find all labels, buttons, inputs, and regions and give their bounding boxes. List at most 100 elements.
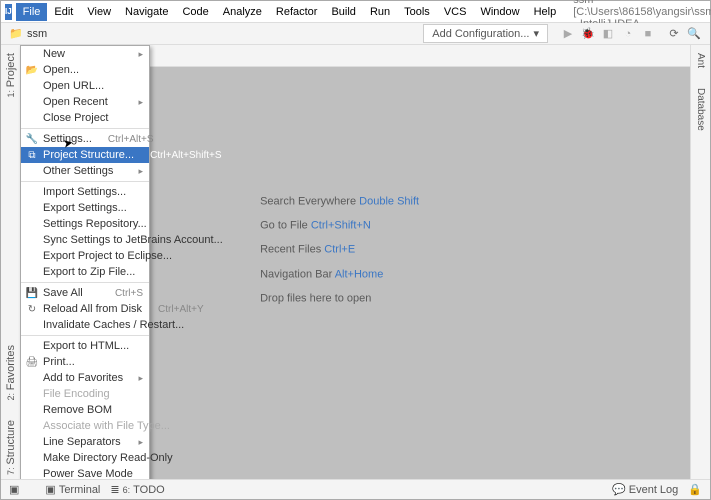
stop-icon[interactable]: ■ [640, 26, 656, 42]
lock-icon[interactable]: 🔒 [688, 483, 702, 496]
file-menu-item-reload-all-from-disk[interactable]: ↻Reload All from DiskCtrl+Alt+Y [21, 301, 149, 317]
file-menu-item-import-settings[interactable]: Import Settings... [21, 184, 149, 200]
file-menu-item-new[interactable]: New▸ [21, 46, 149, 62]
tab-database[interactable]: Database [693, 84, 708, 135]
file-menu-item-open[interactable]: 📂 Open... [21, 62, 149, 78]
chevron-right-icon: ▸ [138, 373, 143, 384]
menu-item-label: Add to Favorites [43, 372, 123, 384]
hint-drop-files: Drop files here to open [260, 286, 419, 310]
menu-analyze[interactable]: Analyze [216, 3, 269, 21]
menu-item-label: Close Project [43, 112, 108, 124]
menu-item-label: Power Save Mode [43, 468, 133, 479]
menu-navigate[interactable]: Navigate [118, 3, 175, 21]
menu-run[interactable]: Run [363, 3, 397, 21]
statusbar: ▣ ▣ Terminal ≣ 6: TODO 💬 Event Log 🔒 [1, 479, 710, 499]
breadcrumb[interactable]: ssm [27, 28, 47, 40]
file-menu-item-add-to-favorites[interactable]: Add to Favorites ▸ [21, 370, 149, 386]
terminal-tab[interactable]: ▣ Terminal [45, 483, 100, 496]
tab-structure[interactable]: 7: Structure [3, 416, 19, 479]
menu-help[interactable]: Help [527, 3, 564, 21]
navigation-toolbar: 📁 ssm Add Configuration... ▾ ▶ 🐞 ◧ ◔ ■ ⟳… [1, 23, 710, 45]
file-menu-item-settings-repository[interactable]: Settings Repository... [21, 216, 149, 232]
chevron-right-icon: ▸ [138, 437, 143, 448]
file-menu-item-make-directory-read-only[interactable]: Make Directory Read-Only [21, 450, 149, 466]
menu-code[interactable]: Code [175, 3, 215, 21]
main-area: 1: Project 2: Favorites 7: Structure ⚙ —… [1, 45, 710, 479]
profiler-icon[interactable]: ◔ [620, 26, 636, 42]
tab-ant[interactable]: Ant [693, 49, 708, 72]
file-menu-item-power-save-mode[interactable]: Power Save Mode [21, 466, 149, 479]
menu-item-label: Reload All from Disk [43, 303, 142, 315]
file-menu-item-close-project[interactable]: Close Project [21, 110, 149, 126]
menu-item-label: Project Structure... [43, 149, 134, 161]
file-menu-item-export-project-to-eclipse[interactable]: Export Project to Eclipse... [21, 248, 149, 264]
file-menu-item-other-settings[interactable]: Other Settings▸ [21, 163, 149, 179]
menu-window[interactable]: Window [473, 3, 526, 21]
menu-edit[interactable]: Edit [47, 3, 80, 21]
file-menu-item-save-all[interactable]: 💾 Save All Ctrl+S [21, 285, 149, 301]
file-menu-item-open-url[interactable]: Open URL... [21, 78, 149, 94]
menu-item-label: Export Project to Eclipse... [43, 250, 172, 262]
add-configuration-button[interactable]: Add Configuration... ▾ [423, 24, 548, 43]
menu-file[interactable]: File [16, 3, 48, 21]
file-menu-item-export-to-zip-file[interactable]: Export to Zip File... [21, 264, 149, 280]
file-menu-item-print[interactable]: 🖨Print... [21, 354, 149, 370]
hint-recent-files: Recent Files Ctrl+E [260, 238, 419, 262]
menu-item-label: Save All [43, 287, 83, 299]
titlebar: IJ File Edit View Navigate Code Analyze … [1, 1, 710, 23]
menu-item-shortcut: Ctrl+S [99, 288, 143, 299]
tab-project[interactable]: 1: Project [3, 49, 19, 102]
file-menu-item-invalidate-caches-restart[interactable]: Invalidate Caches / Restart... [21, 317, 149, 333]
update-project-icon[interactable]: ⟳ [666, 26, 682, 42]
chevron-down-icon: ▾ [533, 27, 539, 40]
file-menu-item-export-to-html[interactable]: Export to HTML... [21, 338, 149, 354]
file-menu-item-open-recent[interactable]: Open Recent▸ [21, 94, 149, 110]
file-menu-item-export-settings[interactable]: Export Settings... [21, 200, 149, 216]
menu-item-shortcut: Ctrl+Alt+Y [142, 304, 204, 315]
menu-item-label: Open... [43, 64, 79, 76]
menu-item-label: Open Recent [43, 96, 108, 108]
file-menu-item-remove-bom[interactable]: Remove BOM [21, 402, 149, 418]
hint-navigation-bar: Navigation Bar Alt+Home [260, 262, 419, 286]
menu-item-label: Other Settings [43, 165, 113, 177]
file-menu-item-line-separators[interactable]: Line Separators▸ [21, 434, 149, 450]
debug-icon[interactable]: 🐞 [580, 26, 596, 42]
menu-refactor[interactable]: Refactor [269, 3, 325, 21]
menu-item-label: Settings Repository... [43, 218, 147, 230]
right-tool-stripe: Ant Database [690, 45, 710, 479]
menu-item-label: Export Settings... [43, 202, 127, 214]
menu-item-label: File Encoding [43, 388, 110, 400]
file-menu-item-sync-settings-to-jetbrains-account[interactable]: Sync Settings to JetBrains Account... [21, 232, 149, 248]
tool-windows-icon[interactable]: ▣ [9, 483, 19, 496]
event-log-tab[interactable]: 💬 Event Log [612, 483, 678, 496]
coverage-icon[interactable]: ◧ [600, 26, 616, 42]
intellij-logo-icon: IJ [5, 4, 12, 20]
search-icon[interactable]: 🔍 [686, 26, 702, 42]
menu-item-label: Make Directory Read-Only [43, 452, 173, 464]
run-icon[interactable]: ▶ [560, 26, 576, 42]
menu-item-icon: ↻ [25, 302, 39, 316]
menu-item-label: Remove BOM [43, 404, 112, 416]
menu-item-label: Import Settings... [43, 186, 126, 198]
hint-search-everywhere: Search Everywhere Double Shift [260, 189, 419, 213]
menu-tools[interactable]: Tools [397, 3, 437, 21]
menu-build[interactable]: Build [324, 3, 362, 21]
file-menu-item-settings[interactable]: 🔧Settings...Ctrl+Alt+S [21, 131, 149, 147]
menu-item-label: Open URL... [43, 80, 104, 92]
menu-item-label: Print... [43, 356, 75, 368]
menu-item-shortcut: Ctrl+Alt+Shift+S [134, 150, 221, 161]
todo-tab[interactable]: ≣ 6: TODO [110, 483, 164, 496]
menubar: File Edit View Navigate Code Analyze Ref… [16, 3, 564, 21]
file-menu-item-file-encoding: File Encoding [21, 386, 149, 402]
menu-item-label: Sync Settings to JetBrains Account... [43, 234, 223, 246]
file-menu-item-project-structure[interactable]: ⧉Project Structure...Ctrl+Alt+Shift+S [21, 147, 149, 163]
tab-favorites[interactable]: 2: Favorites [3, 341, 19, 405]
menu-view[interactable]: View [80, 3, 118, 21]
menu-item-icon: 🔧 [25, 132, 39, 146]
menu-item-icon: 📂 [25, 63, 39, 77]
menu-item-icon: ⧉ [25, 148, 39, 162]
menu-item-icon: 💾 [25, 286, 39, 300]
file-menu-item-associate-with-file-type: Associate with File Type... [21, 418, 149, 434]
menu-vcs[interactable]: VCS [437, 3, 474, 21]
menu-item-label: New [43, 48, 65, 60]
